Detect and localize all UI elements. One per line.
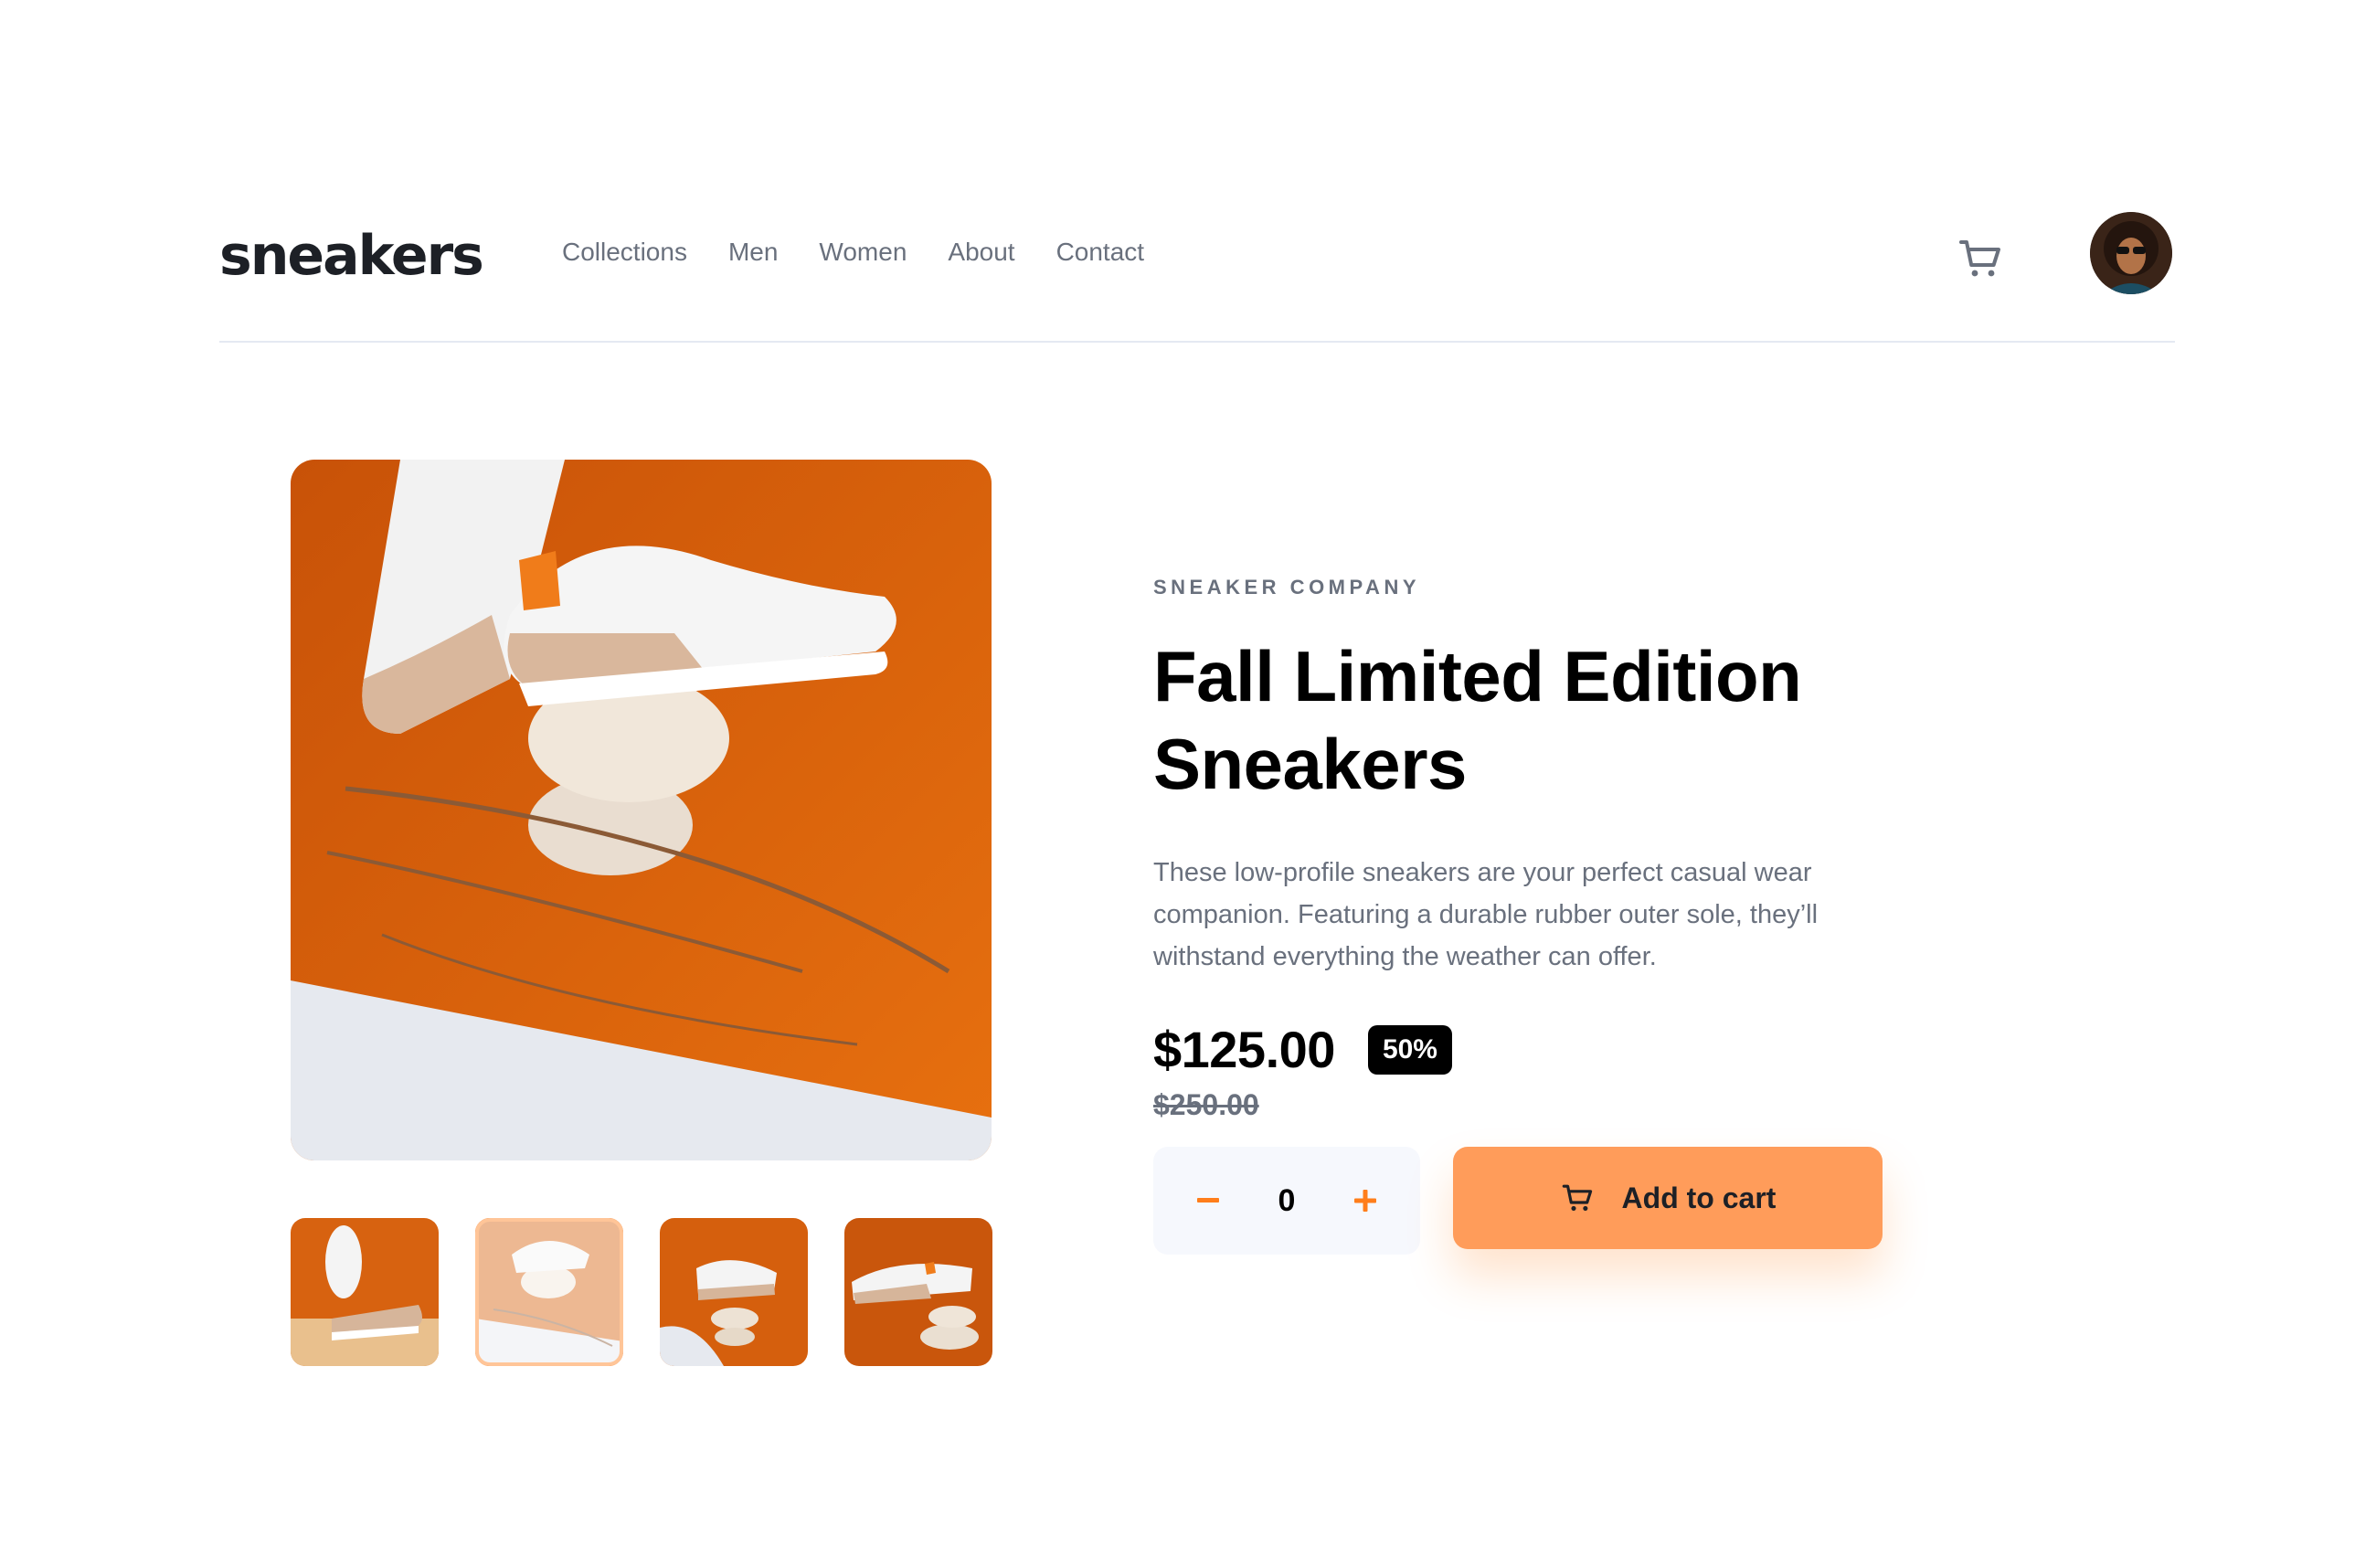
nav-men[interactable]: Men [728,239,778,265]
product-title-line-2: Sneakers [1153,724,1467,804]
thumbnail-image [844,1218,992,1366]
discount-badge: 50% [1367,1024,1452,1075]
original-price: $250.00 [1153,1088,1259,1121]
sneaker-photo [291,460,992,1160]
thumbnail-4[interactable] [844,1218,992,1366]
product-details: SNEAKER COMPANY Fall Limited Edition Sne… [1153,576,1903,1122]
thumbnail-2[interactable] [475,1218,623,1366]
add-to-cart-button[interactable]: Add to cart [1453,1147,1883,1249]
minus-icon [1197,1198,1219,1202]
nav-contact[interactable]: Contact [1056,239,1145,265]
product-description: These low-profile sneakers are your perf… [1153,858,1819,971]
thumbnail-image [291,1218,439,1366]
logo[interactable]: sneakers [219,228,484,283]
thumbnail-image [660,1218,808,1366]
add-to-cart-label: Add to cart [1621,1181,1777,1214]
product-title: Fall Limited Edition Sneakers [1153,632,1903,808]
nav-about[interactable]: About [948,239,1014,265]
thumbnail-image [475,1218,623,1366]
nav-collections[interactable]: Collections [562,239,687,265]
decrease-quantity-button[interactable] [1190,1182,1226,1219]
avatar-illustration [2090,212,2172,294]
thumbnail-strip [291,1218,992,1366]
cart-button[interactable] [1956,233,2007,284]
price-row: $125.00 50% [1153,1020,1903,1079]
cart-icon [1959,240,2000,277]
product-title-line-1: Fall Limited Edition [1153,636,1802,716]
main-product-image[interactable] [291,460,992,1160]
company-name: SNEAKER COMPANY [1153,576,1421,599]
increase-quantity-button[interactable] [1347,1182,1384,1219]
product-page: sneakers Collections Men Women About Con… [0,0,2376,1568]
main-nav: Collections Men Women About Contact [562,239,1144,265]
user-avatar[interactable] [2090,212,2172,294]
header: sneakers Collections Men Women About Con… [219,183,2175,343]
purchase-actions: 0 Add to cart [1153,1147,1883,1255]
nav-women[interactable]: Women [819,239,907,265]
current-price: $125.00 [1153,1021,1335,1078]
thumbnail-3[interactable] [660,1218,808,1366]
thumbnail-1[interactable] [291,1218,439,1366]
quantity-stepper: 0 [1153,1147,1420,1255]
plus-icon [1353,1190,1376,1212]
cart-icon [1562,1184,1592,1211]
quantity-value: 0 [1278,1182,1296,1218]
